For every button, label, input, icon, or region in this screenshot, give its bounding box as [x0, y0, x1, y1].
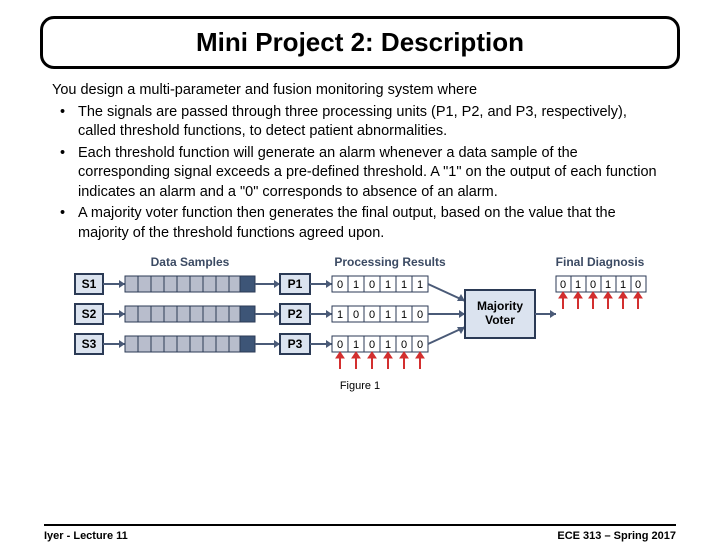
- block-diagram: Data Samples Processing Results Final Di…: [70, 254, 650, 374]
- svg-text:1: 1: [575, 279, 581, 291]
- svg-text:1: 1: [385, 339, 391, 351]
- footer-left: Iyer - Lecture 11: [44, 530, 128, 542]
- svg-text:0: 0: [590, 279, 596, 291]
- figure-caption: Figure 1: [52, 380, 668, 392]
- results-row-2: 1 0 0 1 1 0: [332, 306, 428, 322]
- svg-text:P1: P1: [288, 277, 303, 291]
- sample-strip: [125, 336, 255, 352]
- svg-text:1: 1: [401, 309, 407, 321]
- footer: Iyer - Lecture 11 ECE 313 – Spring 2017: [0, 524, 720, 542]
- page-title: Mini Project 2: Description: [59, 27, 661, 58]
- bullet-item: The signals are passed through three pro…: [52, 103, 668, 142]
- svg-text:0: 0: [401, 339, 407, 351]
- bullet-item: Each threshold function will generate an…: [52, 144, 668, 203]
- svg-text:1: 1: [385, 279, 391, 291]
- svg-text:1: 1: [417, 279, 423, 291]
- svg-text:P3: P3: [288, 337, 303, 351]
- row-s1: S1 P1 0 1 0 1 1 1: [75, 274, 465, 301]
- svg-text:S1: S1: [82, 277, 97, 291]
- svg-text:0: 0: [337, 279, 343, 291]
- footer-right: ECE 313 – Spring 2017: [557, 530, 676, 542]
- svg-text:S2: S2: [82, 307, 97, 321]
- svg-text:1: 1: [620, 279, 626, 291]
- figure: Data Samples Processing Results Final Di…: [52, 254, 668, 392]
- footer-rule: [44, 524, 676, 526]
- svg-text:Majority: Majority: [477, 299, 523, 313]
- svg-text:1: 1: [353, 339, 359, 351]
- header-samples: Data Samples: [151, 255, 230, 269]
- svg-text:1: 1: [337, 309, 343, 321]
- svg-text:1: 1: [605, 279, 611, 291]
- row-s2: S2 P2 1 0 0 1 1 0: [75, 304, 465, 324]
- svg-text:S3: S3: [82, 337, 97, 351]
- svg-text:1: 1: [385, 309, 391, 321]
- sample-strip: [125, 306, 255, 322]
- header-final: Final Diagnosis: [556, 255, 645, 269]
- row-s3: S3 P3 0 1 0 1 0 0: [75, 327, 465, 354]
- sample-strip: [125, 276, 255, 292]
- bullet-list: The signals are passed through three pro…: [52, 103, 668, 244]
- body-text: You design a multi-parameter and fusion …: [52, 81, 668, 244]
- svg-text:P2: P2: [288, 307, 303, 321]
- header-results: Processing Results: [334, 255, 446, 269]
- intro-text: You design a multi-parameter and fusion …: [52, 81, 668, 101]
- results-row-3: 0 1 0 1 0 0: [332, 336, 428, 352]
- svg-text:0: 0: [635, 279, 641, 291]
- svg-text:0: 0: [337, 339, 343, 351]
- title-box: Mini Project 2: Description: [40, 16, 680, 69]
- svg-text:0: 0: [417, 339, 423, 351]
- svg-text:0: 0: [417, 309, 423, 321]
- svg-text:1: 1: [353, 279, 359, 291]
- red-arrows-final: [559, 292, 642, 309]
- svg-text:1: 1: [401, 279, 407, 291]
- svg-text:0: 0: [369, 279, 375, 291]
- svg-text:0: 0: [369, 339, 375, 351]
- final-diagnosis-row: 0 1 0 1 1 0: [556, 276, 646, 292]
- bullet-item: A majority voter function then generates…: [52, 204, 668, 243]
- svg-text:0: 0: [353, 309, 359, 321]
- red-arrows-results: [336, 352, 424, 369]
- svg-text:0: 0: [369, 309, 375, 321]
- svg-text:0: 0: [560, 279, 566, 291]
- svg-text:Voter: Voter: [485, 313, 515, 327]
- results-row-1: 0 1 0 1 1 1: [332, 276, 428, 292]
